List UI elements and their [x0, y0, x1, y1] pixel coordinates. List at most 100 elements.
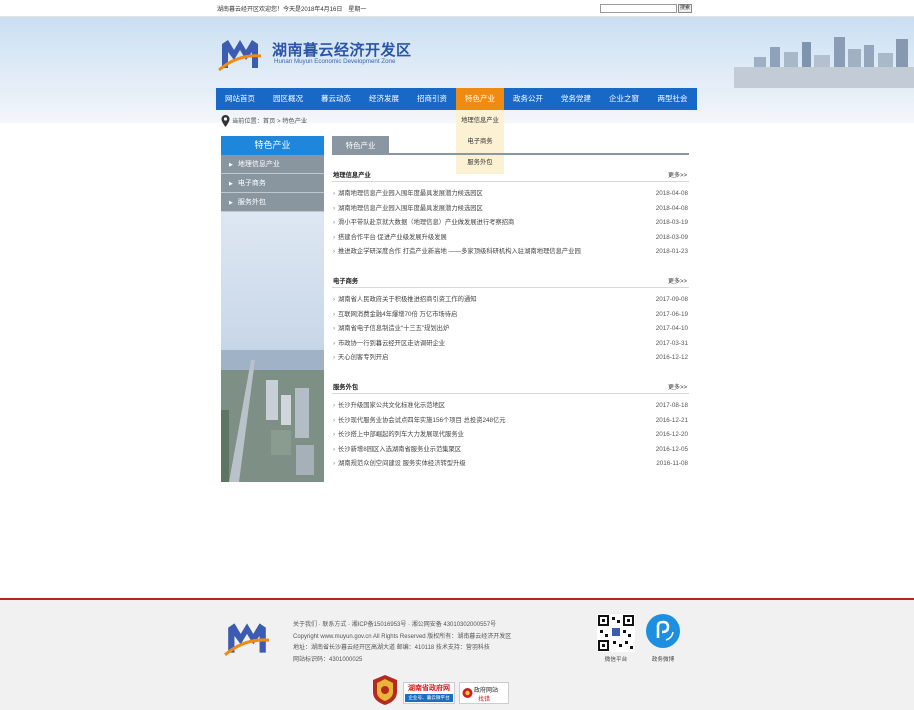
news-date: 2016-12-12: [655, 354, 688, 361]
news-item[interactable]: › 天心创客专列开启 2016-12-12: [332, 351, 689, 366]
site-logo-icon[interactable]: [218, 34, 262, 72]
footer-line-links[interactable]: 关于我们 · 联系方式 · 湘ICP备15016953号 · 湘公网安备 430…: [293, 620, 511, 632]
news-date: 2018-01-23: [655, 248, 688, 255]
footer-line-copyright: Copyright www.muyun.gov.cn All Rights Re…: [293, 633, 512, 640]
nav-item-society[interactable]: 两型社会: [648, 88, 697, 110]
news-item[interactable]: › 湖南地理信息产业园入围年度最具发展潜力候选园区 2018-04-08: [332, 202, 689, 217]
news-list: › 湖南地理信息产业园入围年度最具发展潜力候选园区 2018-04-08 › 湖南地理…: [332, 187, 689, 260]
bullet-icon: ›: [333, 460, 336, 467]
nav-item-economy[interactable]: 经济发展: [360, 88, 408, 110]
main-content: 特色产业 地理信息产业 更多>> › 湖南地理信息产业园入围年度最具发展潜力候选园…: [332, 136, 689, 467]
qr-code-icon: [597, 614, 635, 652]
news-title[interactable]: 湖南省人民政府关于积极推进招商引资工作的通知: [338, 293, 477, 308]
news-title[interactable]: 湖南省电子信息制造业“十三五”规划出炉: [338, 322, 449, 337]
search-button[interactable]: 搜索: [678, 4, 692, 13]
section-header: 服务外包 更多>>: [332, 380, 689, 394]
news-date: 2016-12-20: [655, 431, 688, 438]
wechat-label: 微信平台: [604, 657, 628, 663]
news-date: 2018-03-09: [655, 233, 688, 241]
bullet-icon: ›: [333, 190, 336, 197]
news-date: 2017-04-10: [655, 325, 688, 332]
news-item[interactable]: › 湖南地理信息产业园入围年度最具发展潜力候选园区 2018-04-08: [332, 187, 689, 202]
bullet-icon: ›: [333, 445, 336, 453]
news-item[interactable]: › 湖南规范众创空间建设 服务实体经济转型升级 2016-11-08: [332, 457, 689, 472]
sidebar-item-ecommerce[interactable]: ▶ 电子商务: [221, 174, 324, 193]
footer-line-siteid: 网站标识码：4301000025: [293, 656, 363, 663]
news-item[interactable]: › 湖南省人民政府关于积极推进招商引资工作的通知 2017-09-08: [332, 293, 689, 308]
news-title[interactable]: 搭建合作平台 促进产业级发展升级发展: [338, 231, 447, 246]
nav-item-news[interactable]: 暮云动态: [312, 88, 360, 110]
news-title[interactable]: 长沙升级国家公共文化标准化示范地区: [338, 399, 445, 414]
section-title: 电子商务: [333, 278, 359, 285]
nav-item-government[interactable]: 政务公开: [504, 88, 552, 110]
news-item[interactable]: › 长沙搭上中部崛起的列车大力发展现代服务业 2016-12-20: [332, 428, 689, 443]
nav-item-industry[interactable]: 特色产业: [456, 88, 504, 110]
news-title[interactable]: 湖南地理信息产业园入围年度最具发展潜力候选园区: [338, 187, 483, 202]
more-link[interactable]: 更多>>: [668, 276, 687, 285]
bullet-icon: ›: [333, 325, 336, 332]
news-list: › 湖南省人民政府关于积极推进招商引资工作的通知 2017-09-08 › 互联网消费…: [332, 293, 689, 366]
news-item[interactable]: › 长沙升级国家公共文化标准化示范地区 2017-08-18: [332, 399, 689, 414]
nav-item-investment[interactable]: 招商引资: [408, 88, 456, 110]
news-title[interactable]: 天心创客专列开启: [338, 351, 388, 366]
more-link[interactable]: 更多>>: [668, 382, 687, 391]
news-title[interactable]: 湖南规范众创空间建设 服务实体经济转型升级: [338, 457, 466, 472]
weibo-glyph-icon: [656, 620, 674, 641]
weibo-icon[interactable]: [646, 614, 680, 648]
news-date: 2018-04-08: [655, 204, 688, 212]
nav-item-overview[interactable]: 园区概况: [264, 88, 312, 110]
footer-logo-icon: [224, 623, 270, 656]
news-date: 2017-09-08: [655, 296, 688, 303]
location-pin-icon: [221, 115, 230, 128]
news-item[interactable]: › 互联网消费金融4年爆增70倍 万亿市场待启 2017-06-19: [332, 308, 689, 323]
news-title[interactable]: 滑小平带队赴京就大数据（地理信息）产业做发展进行考察招商: [338, 216, 514, 231]
nav-item-home[interactable]: 网站首页: [216, 88, 264, 110]
sidebar-item-label: 地理信息产业: [237, 161, 280, 168]
news-title[interactable]: 长沙现代服务业协会试点四年实施156个项目 总投资248亿元: [338, 414, 506, 429]
footer: 关于我们 · 联系方式 · 湘ICP备15016953号 · 湘公网安备 430…: [0, 600, 914, 710]
dropdown-item-geo[interactable]: 地理信息产业: [456, 110, 504, 131]
search-input[interactable]: [600, 4, 677, 13]
more-link[interactable]: 更多>>: [668, 170, 687, 179]
news-item[interactable]: › 推进政企学研深度合作 打造产业新高地 ——多家顶级科研机构入驻湖南地理信息产业…: [332, 245, 689, 260]
bullet-icon: ›: [333, 233, 336, 241]
news-title[interactable]: 推进政企学研深度合作 打造产业新高地 ——多家顶级科研机构入驻湖南地理信息产业园: [338, 245, 581, 260]
news-item[interactable]: › 长沙现代服务业协会试点四年实施156个项目 总投资248亿元 2016-12-2…: [332, 414, 689, 429]
section-outsourcing: 服务外包 更多>> › 长沙升级国家公共文化标准化示范地区 2017-08-18 ›…: [332, 380, 689, 472]
sidebar-item-outsourcing[interactable]: ▶ 服务外包: [221, 193, 324, 212]
sidebar-item-geo[interactable]: ▶ 地理信息产业: [221, 155, 324, 174]
tab-industry[interactable]: 特色产业: [332, 136, 389, 155]
news-date: 2018-03-19: [655, 219, 688, 226]
section-header: 电子商务 更多>>: [332, 274, 689, 288]
error-report-badge[interactable]: 政府网站 找错: [459, 682, 509, 704]
news-date: 2017-03-31: [655, 339, 688, 347]
news-item[interactable]: › 搭建合作平台 促进产业级发展升级发展 2018-03-09: [332, 231, 689, 246]
nav-item-enterprise[interactable]: 企业之窗: [600, 88, 648, 110]
news-title[interactable]: 市政协一行到暮云经开区走访调研企业: [338, 337, 445, 352]
bullet-icon: ›: [333, 296, 336, 303]
police-badge-icon[interactable]: [372, 674, 398, 706]
news-date: 2016-12-21: [655, 416, 688, 424]
content-tab-header: 特色产业: [332, 136, 689, 155]
section-title: 服务外包: [333, 384, 359, 391]
news-list: › 长沙升级国家公共文化标准化示范地区 2017-08-18 › 长沙现代服务业协会试…: [332, 399, 689, 472]
site-title: 湖南暮云经济开发区: [272, 41, 412, 59]
news-date: 2016-11-08: [656, 460, 688, 467]
news-date: 2017-08-18: [655, 402, 688, 409]
news-title[interactable]: 长沙搭上中部崛起的列车大力发展现代服务业: [338, 428, 464, 443]
news-title[interactable]: 互联网消费金融4年爆增70倍 万亿市场待启: [338, 308, 457, 323]
footer-info: 关于我们 · 联系方式 · 湘ICP备15016953号 · 湘公网安备 430…: [293, 620, 511, 666]
news-item[interactable]: › 市政协一行到暮云经开区走访调研企业 2017-03-31: [332, 337, 689, 352]
nav-item-party[interactable]: 党务党建: [552, 88, 600, 110]
news-title[interactable]: 湖南地理信息产业园入围年度最具发展潜力候选园区: [338, 202, 483, 217]
hunan-gov-badge[interactable]: 湖南省政府网 企业号、暮云微平台: [403, 682, 455, 704]
error-report-title: 政府网站: [474, 688, 499, 694]
news-item[interactable]: › 长沙新增8园区入选湖南省服务业示范集聚区 2016-12-05: [332, 443, 689, 458]
section-title: 地理信息产业: [333, 172, 371, 179]
news-item[interactable]: › 滑小平带队赴京就大数据（地理信息）产业做发展进行考察招商 2018-03-19: [332, 216, 689, 231]
news-title[interactable]: 长沙新增8园区入选湖南省服务业示范集聚区: [338, 443, 461, 458]
arrow-right-icon: ▶: [229, 200, 233, 206]
news-item[interactable]: › 湖南省电子信息制造业“十三五”规划出炉 2017-04-10: [332, 322, 689, 337]
error-report-sub: 找错: [478, 697, 491, 703]
bullet-icon: ›: [333, 402, 336, 409]
